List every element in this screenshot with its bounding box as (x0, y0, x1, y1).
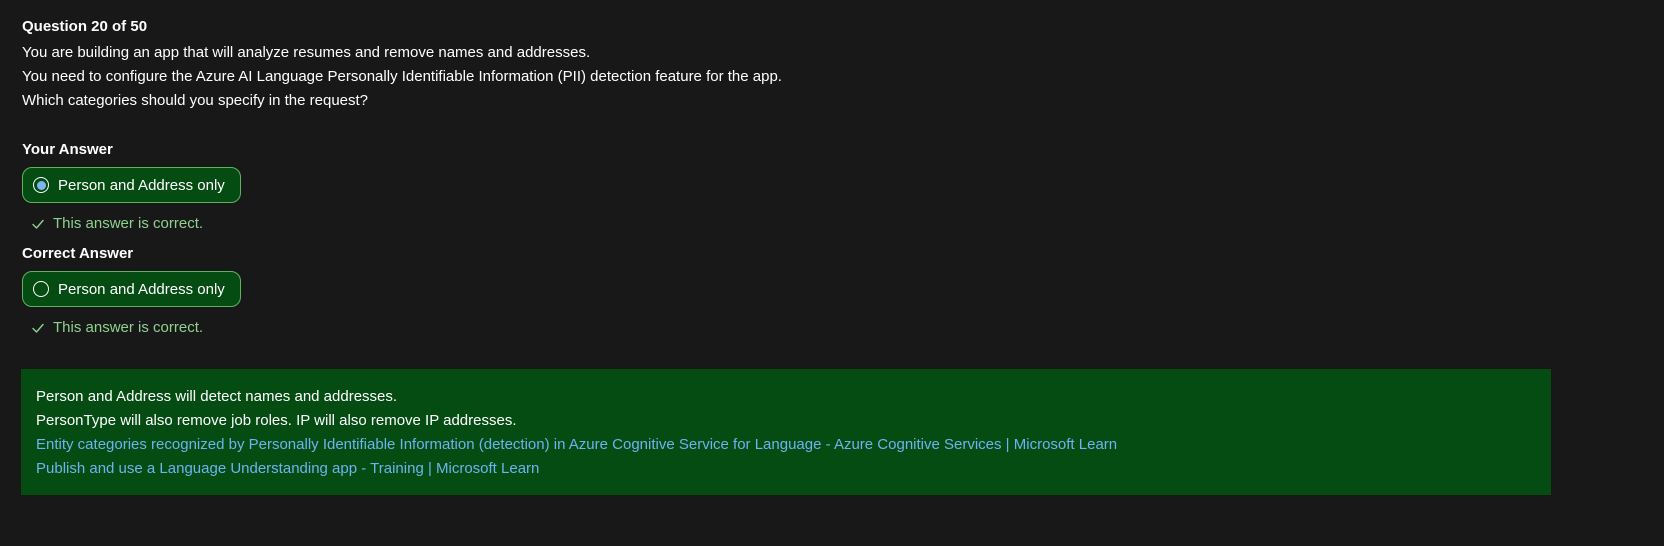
your-answer-feedback-text: This answer is correct. (53, 215, 204, 232)
correct-answer-feedback-text: This answer is correct. (53, 319, 204, 336)
your-answer-feedback: This answer is correct. (31, 214, 1642, 234)
correct-answer-title: Correct Answer (22, 245, 134, 262)
explanation-line-2: PersonType will also remove job roles. I… (36, 412, 517, 429)
radio-selected-icon[interactable] (33, 177, 49, 193)
your-answer-option[interactable]: Person and Address only (22, 167, 241, 203)
question-review-page: Question 20 of 50 You are building an ap… (0, 0, 1664, 546)
question-text-line-2: You need to configure the Azure AI Langu… (22, 68, 782, 85)
check-icon (32, 323, 44, 333)
radio-unselected-icon[interactable] (33, 281, 49, 297)
radio-dot (36, 180, 46, 190)
correct-answer-feedback: This answer is correct. (31, 318, 1642, 338)
your-answer-title: Your Answer (22, 141, 113, 158)
link-entity-categories[interactable]: Entity categories recognized by Personal… (36, 433, 1536, 457)
correct-answer-option-label: Person and Address only (58, 280, 225, 298)
question-text-line-3: Which categories should you specify in t… (22, 92, 369, 109)
your-answer-option-label: Person and Address only (58, 176, 225, 194)
question-text-line-1: You are building an app that will analyz… (22, 44, 591, 61)
check-icon (32, 219, 44, 229)
question-counter: Question 20 of 50 (22, 18, 148, 35)
link-publish-language-app[interactable]: Publish and use a Language Understanding… (36, 457, 1536, 481)
explanation-panel: Person and Address will detect names and… (21, 369, 1551, 495)
explanation-line-1: Person and Address will detect names and… (36, 388, 398, 405)
correct-answer-option[interactable]: Person and Address only (22, 271, 241, 307)
